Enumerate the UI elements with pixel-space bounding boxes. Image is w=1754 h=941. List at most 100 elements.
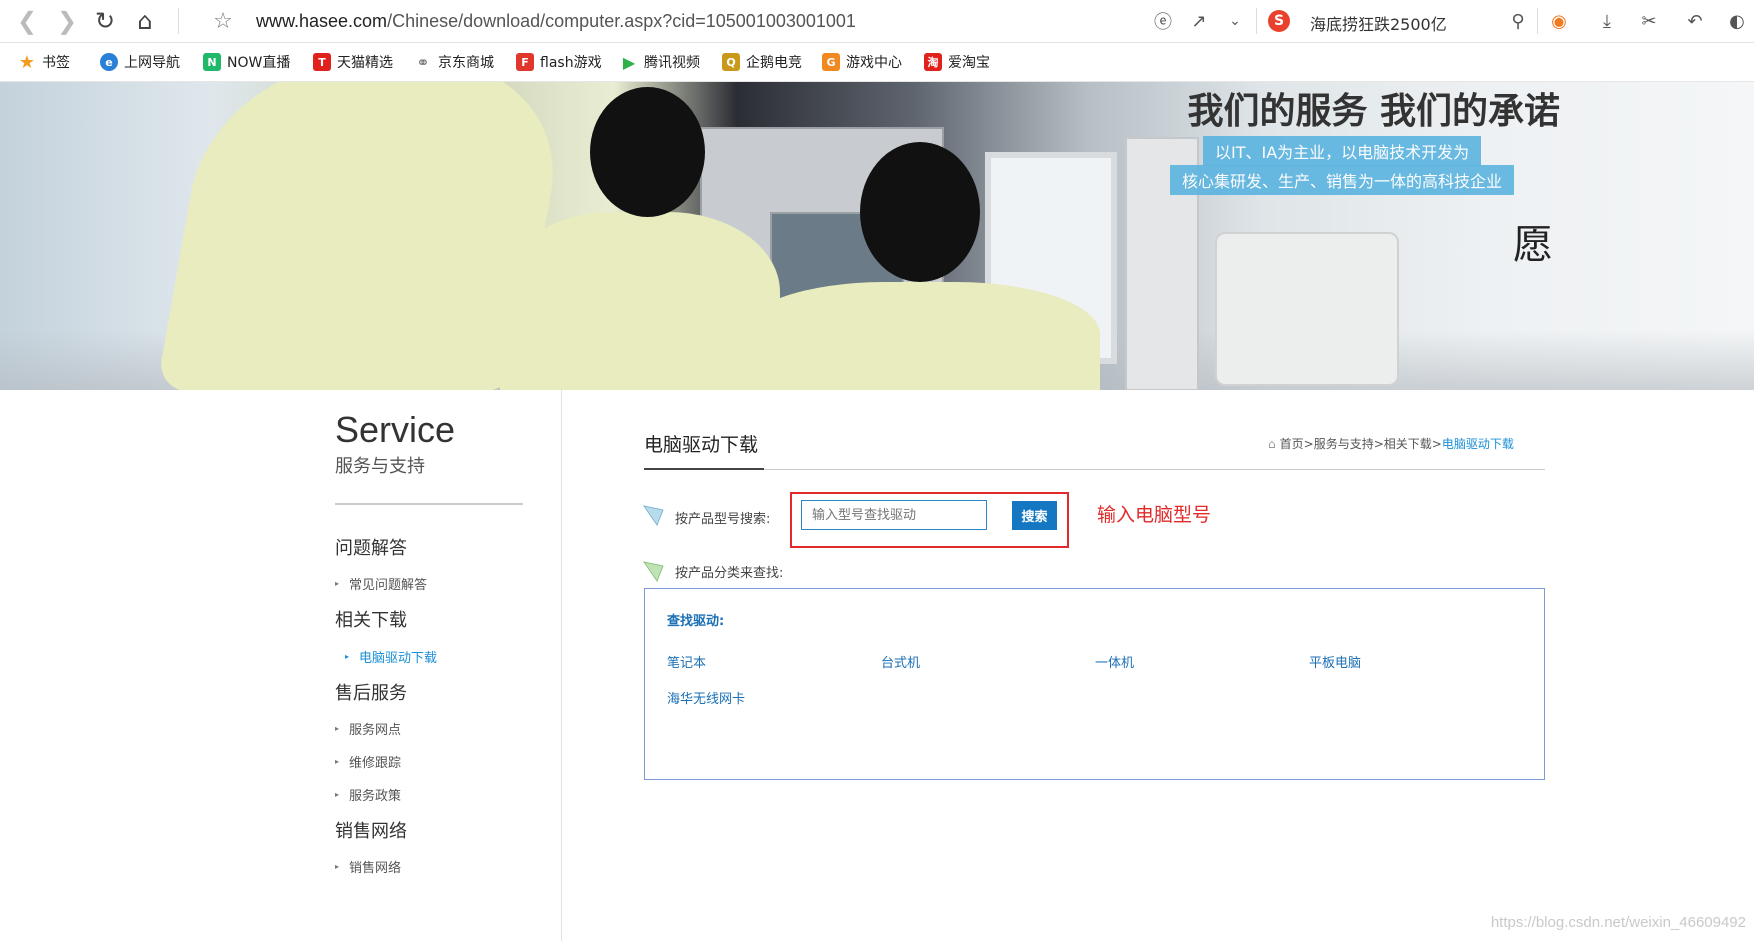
url-path: /Chinese/download/computer.aspx?cid=1050… <box>387 10 856 31</box>
sidebar-heading: Service <box>335 409 456 450</box>
banner-subtitle-2: 核心集研发、生产、销售为一体的高科技企业 <box>1170 165 1515 195</box>
bookmark-label: 京东商城 <box>438 55 494 71</box>
bookmark-item[interactable]: ★ 书签 <box>18 52 70 73</box>
bullet-icon: ▸ <box>335 579 340 588</box>
breadcrumb-level2[interactable]: 相关下载 <box>1384 435 1432 452</box>
hasee-logo-icon: 愿 <box>1513 222 1553 268</box>
back-icon[interactable]: ❮ <box>12 6 42 36</box>
bookmark-item[interactable]: ⚭ 京东商城 <box>414 52 494 72</box>
bookmark-label: 爱淘宝 <box>948 55 990 71</box>
bullet-icon: ▸ <box>335 790 340 799</box>
star-icon[interactable]: ☆ <box>208 6 238 36</box>
banner-title: 我们的服务 我们的承诺 <box>1187 91 1560 132</box>
bullet-icon: ▸ <box>345 652 350 661</box>
ie-mode-icon[interactable]: ⓔ <box>1150 8 1176 34</box>
forward-icon[interactable]: ❯ <box>52 6 82 36</box>
share-icon[interactable]: ↗ <box>1186 8 1212 34</box>
bookmark-item[interactable]: ▶ 腾讯视频 <box>620 52 700 72</box>
game-icon[interactable]: ◉ <box>1546 8 1572 34</box>
bookmark-item[interactable]: 淘 爱淘宝 <box>924 52 990 72</box>
search-button[interactable]: 搜索 <box>1012 501 1057 530</box>
category-link-desktop[interactable]: 台式机 <box>881 652 920 671</box>
bookmark-item[interactable]: N NOW直播 <box>203 52 290 72</box>
gamepad-icon: G <box>822 53 840 71</box>
leaf-icon <box>643 505 664 526</box>
hot-search-text[interactable]: 海底捞狂跌2500亿 <box>1310 11 1447 35</box>
sidebar-section-downloads[interactable]: 相关下载 <box>335 606 407 632</box>
penguin-icon: Q <box>722 53 740 71</box>
sidebar-section-sales[interactable]: 销售网络 <box>335 817 407 843</box>
breadcrumb: ⌂ 首页 > 服务与支持 > 相关下载 > 电脑驱动下载 <box>1268 435 1514 452</box>
bookmark-item[interactable]: G 游戏中心 <box>822 52 902 72</box>
download-icon[interactable]: ⤓ <box>1594 8 1620 34</box>
sidebar-item-service-policy[interactable]: ▸ 服务政策 <box>335 785 401 804</box>
sidebar-item-driver-download[interactable]: ▸ 电脑驱动下载 <box>345 647 437 666</box>
bookmark-label: 腾讯视频 <box>644 55 700 71</box>
category-link-tablet[interactable]: 平板电脑 <box>1309 652 1361 671</box>
worker-head-right <box>860 142 980 282</box>
sidebar-item-repair-tracking[interactable]: ▸ 维修跟踪 <box>335 752 401 771</box>
play-icon: ▶ <box>622 52 636 72</box>
globe-icon: ⚭ <box>416 52 430 72</box>
category-link-all-in-one[interactable]: 一体机 <box>1095 652 1134 671</box>
sidebar-item-faq[interactable]: ▸ 常见问题解答 <box>335 574 427 593</box>
toolbar-divider <box>178 8 179 34</box>
breadcrumb-current[interactable]: 电脑驱动下载 <box>1442 435 1514 452</box>
banner-subtitle-1: 以IT、IA为主业，以电脑技术开发为 <box>1203 136 1482 166</box>
sidebar-section-faq[interactable]: 问题解答 <box>335 534 407 560</box>
breadcrumb-separator: > <box>1303 436 1314 451</box>
tmall-icon: T <box>313 53 331 71</box>
toolbar-divider <box>1256 8 1257 34</box>
bookmark-item[interactable]: T 天猫精选 <box>313 52 393 72</box>
home-icon: ⌂ <box>1268 436 1276 451</box>
bookmark-label: 天猫精选 <box>337 55 393 71</box>
search-icon[interactable]: ⚲ <box>1505 8 1531 34</box>
sidebar-item-label: 服务网点 <box>349 723 402 738</box>
sidebar-section-aftersales[interactable]: 售后服务 <box>335 679 407 705</box>
reload-icon[interactable]: ↻ <box>90 6 120 36</box>
chevron-down-icon[interactable]: ⌄ <box>1222 8 1248 34</box>
address-bar[interactable]: www.hasee.com/Chinese/download/computer.… <box>256 6 1286 36</box>
category-link-wireless-card[interactable]: 海华无线网卡 <box>667 688 745 707</box>
bullet-icon: ▸ <box>335 757 340 766</box>
sidebar-item-label: 电脑驱动下载 <box>359 651 438 666</box>
breadcrumb-separator: > <box>1373 436 1384 451</box>
sidebar-item-label: 维修跟踪 <box>349 756 402 771</box>
scissors-icon[interactable]: ✂ <box>1636 8 1662 34</box>
breadcrumb-level1[interactable]: 服务与支持 <box>1314 435 1374 452</box>
bookmark-label: 上网导航 <box>124 55 180 71</box>
sidebar-divider <box>335 503 523 505</box>
breadcrumb-home[interactable]: 首页 <box>1280 435 1304 452</box>
category-link-laptop[interactable]: 笔记本 <box>667 652 706 671</box>
leaf-icon <box>643 561 664 582</box>
category-panel: 查找驱动: 笔记本 台式机 一体机 平板电脑 海华无线网卡 <box>644 588 1545 780</box>
sidebar-item-label: 服务政策 <box>349 789 402 804</box>
undo-icon[interactable]: ↶ <box>1682 8 1708 34</box>
page-title: 电脑驱动下载 <box>644 434 759 456</box>
sidebar-item-sales-network[interactable]: ▸ 销售网络 <box>335 857 401 876</box>
sidebar-item-service-points[interactable]: ▸ 服务网点 <box>335 719 401 738</box>
bookmark-item[interactable]: F flash游戏 <box>516 52 602 72</box>
title-divider <box>644 469 1545 470</box>
bullet-icon: ▸ <box>335 724 340 733</box>
browser-toolbar: ❮ ❯ ↻ ⌂ ☆ www.hasee.com/Chinese/download… <box>0 0 1754 43</box>
url-host: www.hasee.com <box>256 10 388 31</box>
model-search-input[interactable] <box>801 500 987 530</box>
bookmark-item[interactable]: Q 企鹅电竞 <box>722 52 802 72</box>
search-engine-icon[interactable]: S <box>1268 10 1290 32</box>
worker-seated-right <box>740 282 1100 390</box>
bookmark-item[interactable]: e 上网导航 <box>100 52 180 72</box>
printer <box>1215 232 1399 386</box>
more-icon[interactable]: ◐ <box>1724 8 1750 34</box>
toolbar-divider <box>1537 8 1538 34</box>
service-sidebar: Service 服务与支持 问题解答 ▸ 常见问题解答 相关下载 ▸ 电脑驱动下载 … <box>335 409 523 876</box>
ie-icon: e <box>100 53 118 71</box>
bookmarks-bar: ★ 书签 e 上网导航 N NOW直播 T 天猫精选 ⚭ 京东商城 F flas… <box>0 43 1754 82</box>
bullet-icon: ▸ <box>335 862 340 871</box>
category-panel-title: 查找驱动: <box>667 614 725 629</box>
now-icon: N <box>203 53 221 71</box>
annotation-text: 输入电脑型号 <box>1097 504 1212 526</box>
sidebar-item-label: 销售网络 <box>349 861 402 876</box>
home-icon[interactable]: ⌂ <box>130 6 160 36</box>
content-divider <box>561 390 562 941</box>
